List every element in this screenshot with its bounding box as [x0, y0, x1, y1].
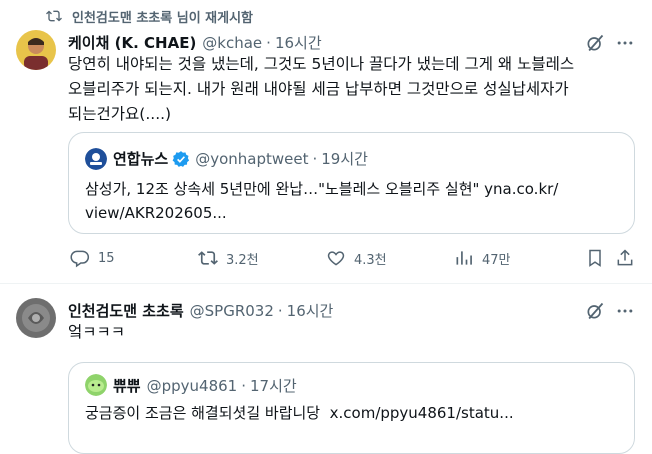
- display-name[interactable]: 인천검도맨 초초록: [68, 300, 184, 321]
- tweet-text-line: 오블리주가 되는지. 내가 원래 내야될 세금 납부하면 그것만으로 성실납세자…: [68, 80, 569, 98]
- quote-text: 궁금증이 조금은 해결되셧길 바랍니당 x.com/ppyu4861/statu…: [85, 404, 514, 422]
- tweet-header: 케이채 (K. CHAE) @kchae · 16시간: [68, 32, 322, 53]
- like-count: 4.3천: [354, 252, 387, 268]
- like-icon: [326, 248, 346, 268]
- tweet-text-line: 당연히 내야되는 것을 냈는데, 그것도 5년이나 끌다가 냈는데 그게 왜 노…: [68, 55, 575, 73]
- avatar: [85, 374, 107, 396]
- reply-icon: [70, 248, 90, 268]
- quote-display-name: 연합뉴스: [113, 150, 169, 168]
- repost-button[interactable]: 3.2천: [198, 248, 259, 268]
- reply-count: 15: [98, 250, 115, 266]
- bookmark-icon: [589, 249, 601, 267]
- timestamp[interactable]: 16시간: [275, 32, 322, 53]
- separator: ·: [277, 301, 283, 320]
- tweet-header: 인천검도맨 초초록 @SPGR032 · 16시간: [68, 300, 333, 321]
- quote-header: 연합뉴스 @yonhaptweet · 19시간: [113, 148, 368, 169]
- tweet-text: 엌ㅋㅋㅋ: [68, 323, 126, 341]
- avatar[interactable]: [16, 298, 56, 338]
- share-button[interactable]: [615, 248, 635, 272]
- views-count: 47만: [482, 252, 511, 268]
- quote-header: 쀼쀼 @ppyu4861 · 17시간: [113, 375, 297, 396]
- quote-tweet[interactable]: 쀼쀼 @ppyu4861 · 17시간 궁금증이 조금은 해결되셧길 바랍니당 …: [68, 362, 635, 454]
- avatar: [85, 148, 107, 170]
- quote-text-line: view/AKR202605...: [85, 204, 227, 222]
- separator: ·: [241, 376, 246, 395]
- tweet-text: 당연히 내야되는 것을 냈는데, 그것도 5년이나 끌다가 냈는데 그게 왜 노…: [68, 52, 643, 127]
- retweet-banner-text[interactable]: 인천검도맨 초초록 님이 재게시함: [72, 7, 253, 26]
- views-button[interactable]: 47만: [454, 248, 511, 268]
- display-name[interactable]: 케이채 (K. CHAE): [68, 32, 196, 53]
- repost-icon: [198, 248, 218, 268]
- grok-icon[interactable]: [584, 300, 606, 322]
- quote-display-name: 쀼쀼: [113, 377, 141, 395]
- quote-handle: @ppyu4861: [146, 376, 238, 395]
- quote-text: 삼성가, 12조 상속세 5년만에 완납…"노블레스 오블리주 실현" yna.…: [85, 177, 630, 225]
- repost-icon: [46, 8, 62, 24]
- bookmark-button[interactable]: [585, 248, 605, 272]
- quote-handle: @yonhaptweet: [195, 149, 309, 168]
- grok-icon[interactable]: [584, 32, 606, 54]
- avatar[interactable]: [16, 30, 56, 70]
- quote-tweet[interactable]: 연합뉴스 @yonhaptweet · 19시간 삼성가, 12조 상속세 5년…: [68, 132, 635, 234]
- quote-timestamp: 19시간: [321, 150, 368, 168]
- share-icon: [617, 249, 633, 266]
- repost-count: 3.2천: [226, 252, 259, 268]
- tweet-text-line: 되는건가요(....): [68, 105, 172, 123]
- views-icon: [454, 248, 474, 268]
- like-button[interactable]: 4.3천: [326, 248, 387, 268]
- separator: ·: [312, 149, 318, 168]
- handle[interactable]: @kchae: [202, 34, 262, 52]
- verified-badge-icon: [172, 150, 190, 168]
- handle[interactable]: @SPGR032: [190, 302, 274, 320]
- more-icon[interactable]: [614, 32, 636, 54]
- quote-text-line: 삼성가, 12조 상속세 5년만에 완납…"노블레스 오블리주 실현" yna.…: [85, 180, 559, 198]
- retweet-banner[interactable]: 인천검도맨 초초록 님이 재게시함: [46, 6, 253, 26]
- more-icon[interactable]: [614, 300, 636, 322]
- separator: ·: [266, 33, 271, 52]
- quote-timestamp: 17시간: [250, 377, 297, 395]
- reply-button[interactable]: 15: [70, 248, 115, 268]
- timestamp[interactable]: 16시간: [287, 300, 334, 321]
- divider: [0, 283, 652, 284]
